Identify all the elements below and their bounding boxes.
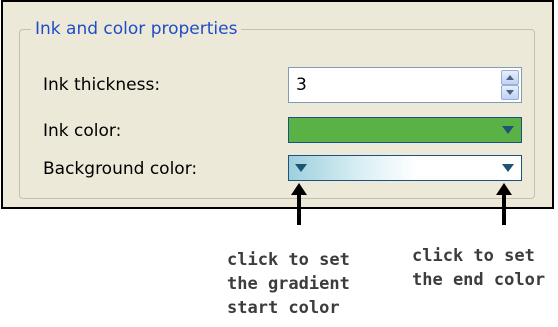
ink-thickness-value[interactable]: 3 xyxy=(296,74,307,96)
background-color-picker[interactable] xyxy=(288,155,522,181)
gradient-start-dropdown-icon[interactable] xyxy=(295,164,307,172)
spin-up-icon[interactable] xyxy=(501,70,519,85)
groupbox-title: Ink and color properties xyxy=(31,18,242,40)
ink-color-picker[interactable] xyxy=(288,117,522,143)
gradient-end-note-line1: click to set xyxy=(412,246,535,266)
gradient-end-note-line2: the end color xyxy=(412,270,546,290)
callout-arrow-icon xyxy=(496,183,512,225)
spin-buttons xyxy=(501,70,519,100)
gradient-start-note-line1: click to set xyxy=(227,250,350,270)
background-color-label: Background color: xyxy=(43,159,198,179)
ink-thickness-spinner[interactable]: 3 xyxy=(288,67,522,103)
dropdown-arrow-icon[interactable] xyxy=(502,126,514,134)
gradient-end-dropdown-icon[interactable] xyxy=(502,164,514,172)
callout-arrow-icon xyxy=(291,183,307,225)
gradient-start-note-line3: start color xyxy=(227,298,340,318)
gradient-start-note-line2: the gradient xyxy=(227,274,350,294)
ink-color-label: Ink color: xyxy=(43,121,122,141)
ink-thickness-label: Ink thickness: xyxy=(43,75,161,95)
page: Ink and color properties Ink thickness: … xyxy=(0,0,558,327)
spin-down-icon[interactable] xyxy=(501,85,519,100)
